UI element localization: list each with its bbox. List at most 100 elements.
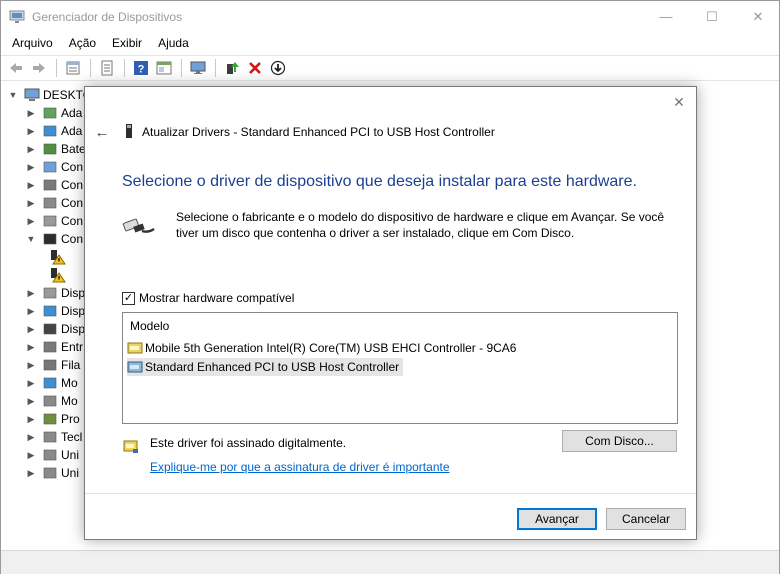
status-bar	[1, 550, 779, 574]
tree-item[interactable]: ▶ Uni	[25, 464, 79, 482]
tree-item[interactable]: ▶ Con	[25, 158, 83, 176]
chevron-right-icon[interactable]: ▶	[25, 413, 37, 425]
tree-item[interactable]: ▶ Mo	[25, 374, 78, 392]
tree-item[interactable]: ▶ Mo	[25, 392, 78, 410]
chevron-right-icon[interactable]: ▶	[25, 287, 37, 299]
dialog-description: Selecione o fabricante e o modelo do dis…	[176, 210, 665, 240]
signing-info-link[interactable]: Explique-me por que a assinatura de driv…	[150, 460, 450, 474]
back-button[interactable]: ←	[93, 123, 111, 141]
chevron-right-icon[interactable]: ▶	[25, 449, 37, 461]
show-compatible-checkbox[interactable]: ✓	[122, 291, 135, 305]
list-icon[interactable]	[96, 57, 118, 79]
model-list-item-label: Mobile 5th Generation Intel(R) Core(TM) …	[145, 341, 517, 355]
view-icon[interactable]	[153, 57, 175, 79]
menu-action[interactable]: Ação	[61, 32, 104, 54]
properties-icon[interactable]	[62, 57, 84, 79]
tree-item[interactable]: ▶ Ada	[25, 104, 83, 122]
toolbar-separator	[215, 59, 216, 77]
next-button[interactable]: Avançar	[517, 508, 597, 530]
forward-arrow-icon[interactable]	[28, 57, 50, 79]
usb-icon	[43, 233, 57, 245]
input-icon	[43, 341, 57, 353]
tree-item[interactable]: ▶ Ada	[25, 122, 83, 140]
model-list[interactable]: Modelo Mobile 5th Generation Intel(R) Co…	[122, 312, 678, 424]
tree-item-label: Con	[61, 232, 84, 246]
monitor-icon[interactable]	[187, 57, 209, 79]
display-icon	[43, 305, 57, 317]
tree-child-item[interactable]	[45, 248, 69, 266]
chevron-right-icon[interactable]: ▶	[25, 143, 37, 155]
model-list-item[interactable]: Mobile 5th Generation Intel(R) Core(TM) …	[127, 339, 520, 357]
tree-item[interactable]: ▶ Con	[25, 194, 83, 212]
title-bar: Gerenciador de Dispositivos — ☐ ✕	[1, 1, 779, 32]
tree-item[interactable]: ▶ Uni	[25, 446, 79, 464]
tree-child-item[interactable]	[45, 266, 69, 284]
svg-text:?: ?	[138, 64, 145, 76]
tree-item[interactable]: ▶ Disp	[25, 284, 85, 302]
chevron-right-icon[interactable]: ▶	[25, 341, 37, 353]
tree-item[interactable]: ▶ Disp	[25, 320, 85, 338]
usb-cable-icon	[122, 218, 155, 233]
model-list-header: Modelo	[130, 319, 170, 333]
menu-help[interactable]: Ajuda	[150, 32, 197, 54]
tree-item[interactable]: ▶ Fila	[25, 356, 81, 374]
chevron-right-icon[interactable]: ▶	[25, 323, 37, 335]
menu-view[interactable]: Exibir	[104, 32, 150, 54]
chevron-right-icon[interactable]: ▶	[25, 359, 37, 371]
tree-root[interactable]: ▼ DESKTO	[7, 86, 85, 104]
device-tree: ▼ DESKTO ▶ Ada ▶ Ada ▶ Bate ▶ Con ▶ Con ▶ Con ▶ Con ▼ C…	[1, 83, 85, 553]
update-driver-icon[interactable]	[221, 57, 243, 79]
chevron-right-icon[interactable]: ▶	[25, 467, 37, 479]
chevron-right-icon[interactable]: ▶	[25, 179, 37, 191]
chevron-right-icon[interactable]: ▶	[25, 395, 37, 407]
battery-icon	[43, 143, 57, 155]
tree-item-label: Mo	[61, 394, 78, 408]
tree-item-label: Disp	[61, 286, 85, 300]
disable-icon[interactable]	[267, 57, 289, 79]
have-disk-button[interactable]: Com Disco...	[562, 430, 677, 452]
show-compatible-row[interactable]: ✓ Mostrar hardware compatível	[122, 291, 294, 305]
controller-icon	[43, 179, 57, 191]
chevron-right-icon[interactable]: ▶	[25, 305, 37, 317]
tree-item-label: Bate	[61, 142, 85, 156]
menu-file[interactable]: Arquivo	[4, 32, 61, 54]
chevron-right-icon[interactable]: ▶	[25, 125, 37, 137]
back-arrow-icon[interactable]	[5, 57, 27, 79]
menu-bar: Arquivo Ação Exibir Ajuda	[1, 32, 779, 54]
help-icon[interactable]: ?	[130, 57, 152, 79]
maximize-button[interactable]: ☐	[689, 1, 735, 32]
chevron-right-icon[interactable]: ▶	[25, 197, 37, 209]
chevron-right-icon[interactable]: ▶	[25, 215, 37, 227]
chevron-right-icon[interactable]: ▶	[25, 431, 37, 443]
show-compatible-label: Mostrar hardware compatível	[139, 291, 295, 305]
chevron-down-icon[interactable]: ▼	[7, 89, 19, 101]
tree-item-label: Con	[61, 196, 84, 210]
drive-icon	[43, 449, 57, 461]
tree-item[interactable]: ▶ Pro	[25, 410, 80, 428]
model-list-item[interactable]: Standard Enhanced PCI to USB Host Contro…	[127, 358, 404, 376]
chevron-down-icon[interactable]: ▼	[25, 233, 37, 245]
cdrom-icon	[43, 467, 57, 479]
chevron-right-icon[interactable]: ▶	[25, 161, 37, 173]
tree-item-label: Pro	[61, 412, 80, 426]
close-button[interactable]: ✕	[735, 1, 780, 32]
chevron-right-icon[interactable]: ▶	[25, 107, 37, 119]
tree-item[interactable]: ▶ Bate	[25, 140, 85, 158]
dialog-close-button[interactable]: ✕	[670, 93, 688, 111]
uninstall-icon[interactable]	[244, 57, 266, 79]
tree-item[interactable]: ▶ Entr	[25, 338, 83, 356]
tree-item[interactable]: ▶ Disp	[25, 302, 85, 320]
tree-item[interactable]: ▶ Con	[25, 176, 83, 194]
minimize-button[interactable]: —	[643, 1, 689, 32]
monitor-icon	[43, 377, 57, 389]
tree-item[interactable]: ▶ Tecl	[25, 428, 83, 446]
dialog-title: Atualizar Drivers - Standard Enhanced PC…	[142, 125, 495, 139]
tree-item-label: Tecl	[61, 430, 83, 444]
toolbar: ?	[1, 55, 779, 81]
device-manager-app-icon	[9, 10, 25, 23]
driver-certified-icon	[127, 361, 143, 373]
cancel-button[interactable]: Cancelar	[606, 508, 686, 530]
tree-item[interactable]: ▶ Con	[25, 212, 83, 230]
chevron-right-icon[interactable]: ▶	[25, 377, 37, 389]
tree-item[interactable]: ▼ Con	[25, 230, 83, 248]
